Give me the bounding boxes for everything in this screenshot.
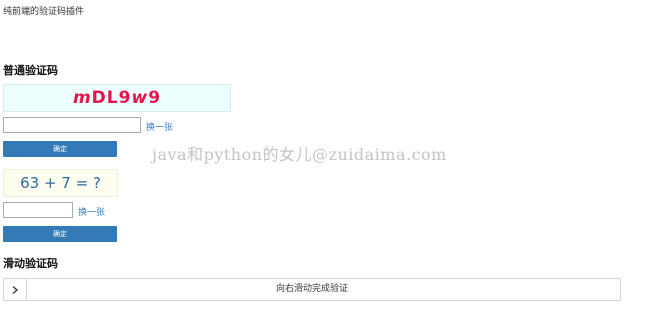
refresh-captcha-link[interactable]: 换一张 [146,120,173,133]
captcha-char: m [72,88,92,108]
math-answer-input[interactable] [3,202,73,218]
slide-verify-track[interactable]: 向右滑动完成验证 [3,278,621,301]
captcha-image[interactable]: mDL9w9 [3,84,231,112]
confirm-button-normal[interactable]: 确定 [3,141,117,157]
slide-handle[interactable] [4,279,27,300]
section-title-slide-captcha: 滑动验证码 [3,257,58,270]
captcha-char: w [131,88,149,108]
math-captcha-image[interactable]: 63 + 7 = ? [3,169,118,197]
slide-hint-text: 向右滑动完成验证 [275,284,348,294]
captcha-char: 9 [118,88,132,108]
captcha-input[interactable] [3,117,141,133]
captcha-char: D [91,88,107,108]
section-title-normal-captcha: 普通验证码 [3,64,58,77]
chevron-right-icon [12,285,18,294]
captcha-char: L [106,88,119,108]
confirm-button-math[interactable]: 确定 [3,226,117,242]
math-expression: 63 + 7 = ? [20,174,101,192]
captcha-char: 9 [148,88,162,108]
watermark: java和python的女儿@zuidaima.com [152,145,447,164]
page-subtitle: 纯前端的验证码插件 [3,7,85,17]
refresh-math-link[interactable]: 换一张 [78,205,105,218]
